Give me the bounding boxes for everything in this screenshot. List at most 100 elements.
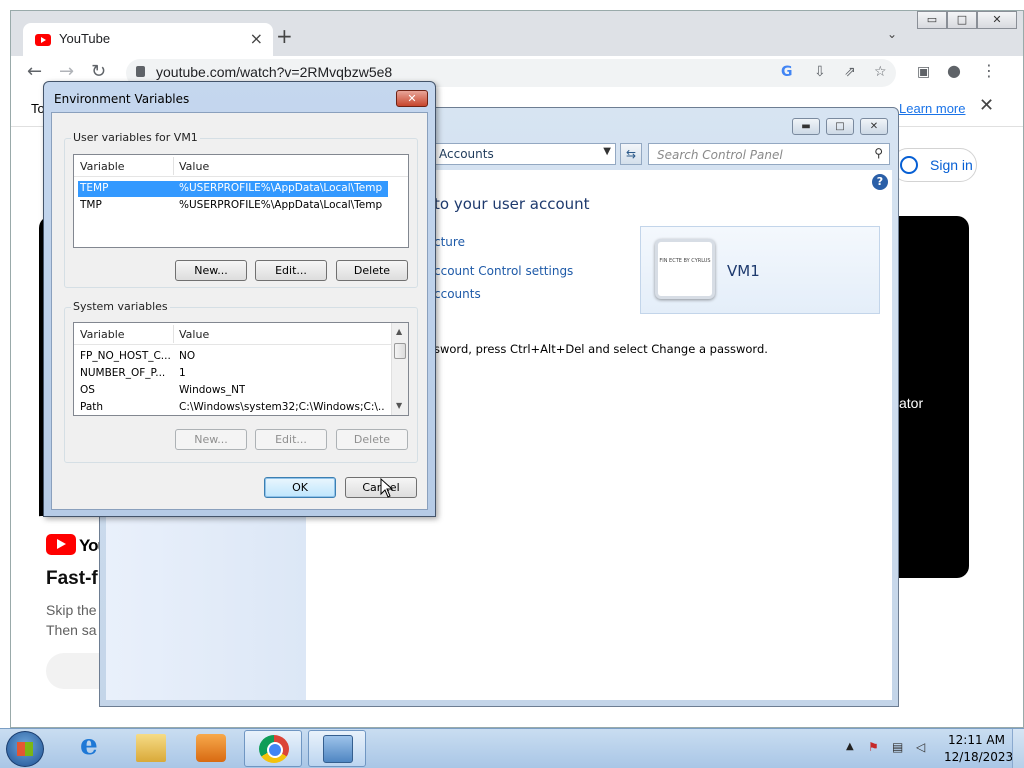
column-divider (173, 325, 174, 343)
ok-button[interactable]: OK (264, 477, 336, 498)
action-center-flag-icon[interactable]: ⚑ (868, 740, 882, 754)
scroll-down-arrow-icon[interactable]: ▼ (396, 401, 402, 410)
taskbar-chrome[interactable] (244, 730, 302, 767)
system-new-button[interactable]: New... (175, 429, 247, 450)
share-icon[interactable]: ⇗ (844, 64, 856, 80)
variable-value: NO (179, 350, 196, 362)
system-delete-button[interactable]: Delete (336, 429, 408, 450)
cp-minimize-button[interactable]: ▬ (792, 118, 820, 135)
side-panel-icon[interactable]: ▣ (917, 64, 930, 80)
cp-close-button[interactable]: ✕ (860, 118, 888, 135)
system-edit-button[interactable]: Edit... (255, 429, 327, 450)
scroll-thumb[interactable] (394, 343, 406, 359)
start-button[interactable] (6, 731, 44, 767)
user-variables-group: User variables for VM1 Variable Value TE… (64, 131, 418, 288)
column-value-header[interactable]: Value (179, 160, 209, 173)
reload-icon[interactable]: ↻ (91, 61, 106, 82)
forward-arrow-icon[interactable]: → (59, 61, 74, 82)
promo-title: Fast-f (46, 568, 98, 589)
list-item-number-of-processors[interactable]: NUMBER_OF_P... 1 (78, 366, 388, 382)
volume-muted-icon[interactable]: ◁ (916, 740, 930, 754)
search-icon[interactable]: ⚲ (874, 146, 883, 160)
google-lens-icon[interactable]: G (781, 64, 793, 80)
show-desktop-button[interactable] (1012, 729, 1024, 768)
info-bar-close-icon[interactable]: ✕ (979, 95, 994, 116)
dialog-title: Environment Variables (54, 92, 190, 106)
list-item-temp[interactable]: TEMP %USERPROFILE%\AppData\Local\Temp (78, 181, 388, 197)
tab-search-chevron-icon[interactable]: ⌄ (887, 27, 897, 41)
cp-address-bar[interactable]: Accounts ▼ (430, 143, 616, 165)
list-item-fp-no-host[interactable]: FP_NO_HOST_C... NO (78, 349, 388, 365)
clock-date[interactable]: 12/18/2023 (944, 750, 1013, 764)
install-app-icon[interactable]: ⇩ (814, 64, 826, 80)
internet-explorer-icon: e (80, 728, 98, 761)
clock-time[interactable]: 12:11 AM (948, 733, 1005, 747)
browser-menu-icon[interactable]: ⋮ (981, 61, 997, 80)
tab-youtube[interactable]: YouTube × (23, 23, 273, 56)
browser-close-button[interactable]: ✕ (977, 11, 1017, 29)
variable-value: 1 (179, 367, 186, 379)
system-variables-list[interactable]: Variable Value FP_NO_HOST_C... NO NUMBER… (73, 322, 409, 416)
variable-value: Windows_NT (179, 384, 246, 396)
dialog-body: User variables for VM1 Variable Value TE… (51, 112, 428, 510)
system-variables-label: System variables (71, 300, 170, 313)
column-divider (173, 157, 174, 175)
sign-in-button[interactable]: Sign in (891, 148, 977, 182)
taskbar-media-player[interactable] (182, 730, 240, 767)
youtube-logo-icon (46, 534, 76, 555)
column-value-header[interactable]: Value (179, 328, 209, 341)
profile-avatar-icon[interactable]: ● (947, 61, 961, 80)
refresh-icon[interactable]: ⇆ (620, 143, 642, 165)
manage-accounts-link[interactable]: ccounts (434, 287, 481, 301)
variable-name: FP_NO_HOST_C... (80, 350, 171, 362)
breadcrumb: Accounts (439, 147, 494, 161)
uac-settings-link[interactable]: ccount Control settings (434, 264, 573, 278)
dialog-close-button[interactable]: ✕ (396, 90, 428, 107)
list-header: Variable Value (74, 155, 408, 177)
list-item-tmp[interactable]: TMP %USERPROFILE%\AppData\Local\Temp (78, 198, 388, 214)
back-arrow-icon[interactable]: ← (27, 61, 42, 82)
new-tab-button[interactable]: + (276, 24, 293, 48)
chrome-icon (259, 735, 289, 763)
tab-close-icon[interactable]: × (250, 29, 263, 48)
user-variables-list[interactable]: Variable Value TEMP %USERPROFILE%\AppDat… (73, 154, 409, 248)
user-edit-button[interactable]: Edit... (255, 260, 327, 281)
folder-icon (136, 734, 166, 762)
promo-text-line-2: Then sa (46, 622, 97, 638)
variable-name: OS (80, 384, 95, 396)
lock-icon (136, 66, 145, 77)
browser-maximize-button[interactable]: □ (947, 11, 977, 29)
browser-minimize-button[interactable]: ▭ (917, 11, 947, 29)
youtube-favicon-icon (35, 34, 51, 46)
tab-strip: YouTube × + ⌄ ▭ □ ✕ (11, 11, 1023, 56)
address-dropdown-icon[interactable]: ▼ (603, 146, 611, 157)
list-header: Variable Value (74, 323, 392, 345)
user-new-button[interactable]: New... (175, 260, 247, 281)
learn-more-link[interactable]: Learn more (899, 101, 965, 116)
taskbar-control-panel[interactable] (308, 730, 366, 767)
tab-title: YouTube (59, 31, 111, 46)
taskbar: e ▲ ⚑ ▤ ◁ 12:11 AM 12/18/2023 (0, 728, 1024, 768)
network-icon[interactable]: ▤ (892, 740, 906, 754)
variable-value: %USERPROFILE%\AppData\Local\Temp (179, 182, 383, 194)
search-control-panel-input[interactable]: Search Control Panel ⚲ (648, 143, 890, 165)
user-account-card: FIN ECTE BY CYRLUS VM1 (640, 226, 880, 314)
list-item-os[interactable]: OS Windows_NT (78, 383, 388, 399)
variable-value: C:\Windows\system32;C:\Windows;C:\... (179, 401, 384, 413)
show-hidden-icons-arrow-icon[interactable]: ▲ (846, 741, 854, 752)
column-variable-header[interactable]: Variable (80, 160, 125, 173)
variable-name: NUMBER_OF_P... (80, 367, 166, 379)
help-icon[interactable]: ? (872, 174, 888, 190)
taskbar-file-explorer[interactable] (122, 730, 180, 767)
bookmark-star-icon[interactable]: ☆ (874, 64, 887, 80)
system-list-scrollbar[interactable]: ▲ ▼ (391, 323, 408, 415)
user-avatar: FIN ECTE BY CYRLUS (655, 239, 715, 299)
column-variable-header[interactable]: Variable (80, 328, 125, 341)
scroll-up-arrow-icon[interactable]: ▲ (396, 327, 402, 336)
cp-maximize-button[interactable]: □ (826, 118, 854, 135)
user-name: VM1 (727, 262, 760, 280)
change-picture-link[interactable]: cture (434, 235, 465, 249)
user-delete-button[interactable]: Delete (336, 260, 408, 281)
list-item-path[interactable]: Path C:\Windows\system32;C:\Windows;C:\.… (78, 400, 388, 415)
taskbar-internet-explorer[interactable]: e (62, 728, 120, 767)
